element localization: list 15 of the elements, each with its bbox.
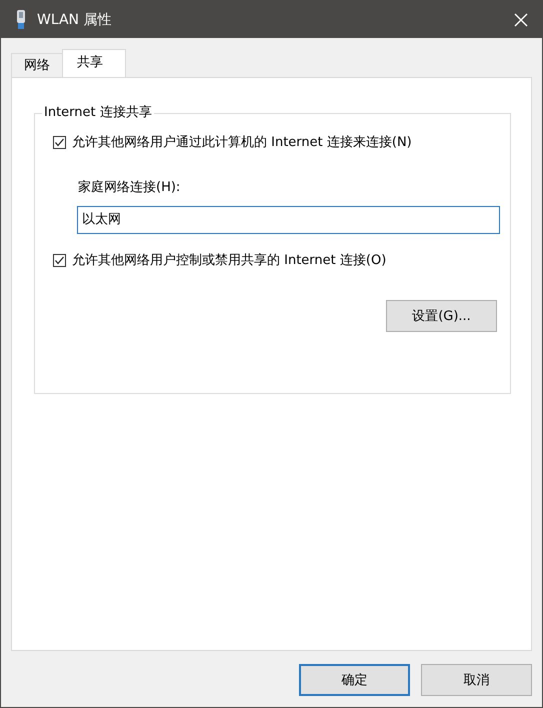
input-field[interactable]: 以太网 <box>77 206 500 234</box>
group-title: Internet 连接共享 <box>42 105 154 121</box>
tab[interactable]: 网络 <box>11 53 63 77</box>
network-adapter-icon <box>15 10 27 30</box>
cancel-button[interactable]: 取消 <box>421 664 532 696</box>
field-label: 家庭网络连接(H): <box>78 179 182 196</box>
ok-button[interactable]: 确定 <box>299 664 410 696</box>
checkbox[interactable] <box>53 254 66 266</box>
checkbox-label[interactable]: 允许其他网络用户通过此计算机的 Internet 连接来连接(N) <box>72 133 412 151</box>
settings-button[interactable]: 设置(G)... <box>386 300 497 332</box>
close-icon[interactable] <box>514 12 528 26</box>
checkbox[interactable] <box>53 136 66 148</box>
window-title: WLAN 属性 <box>37 10 112 28</box>
tab[interactable]: 共享 <box>62 49 126 77</box>
checkbox-label[interactable]: 允许其他网络用户控制或禁用共享的 Internet 连接(O) <box>72 251 386 269</box>
